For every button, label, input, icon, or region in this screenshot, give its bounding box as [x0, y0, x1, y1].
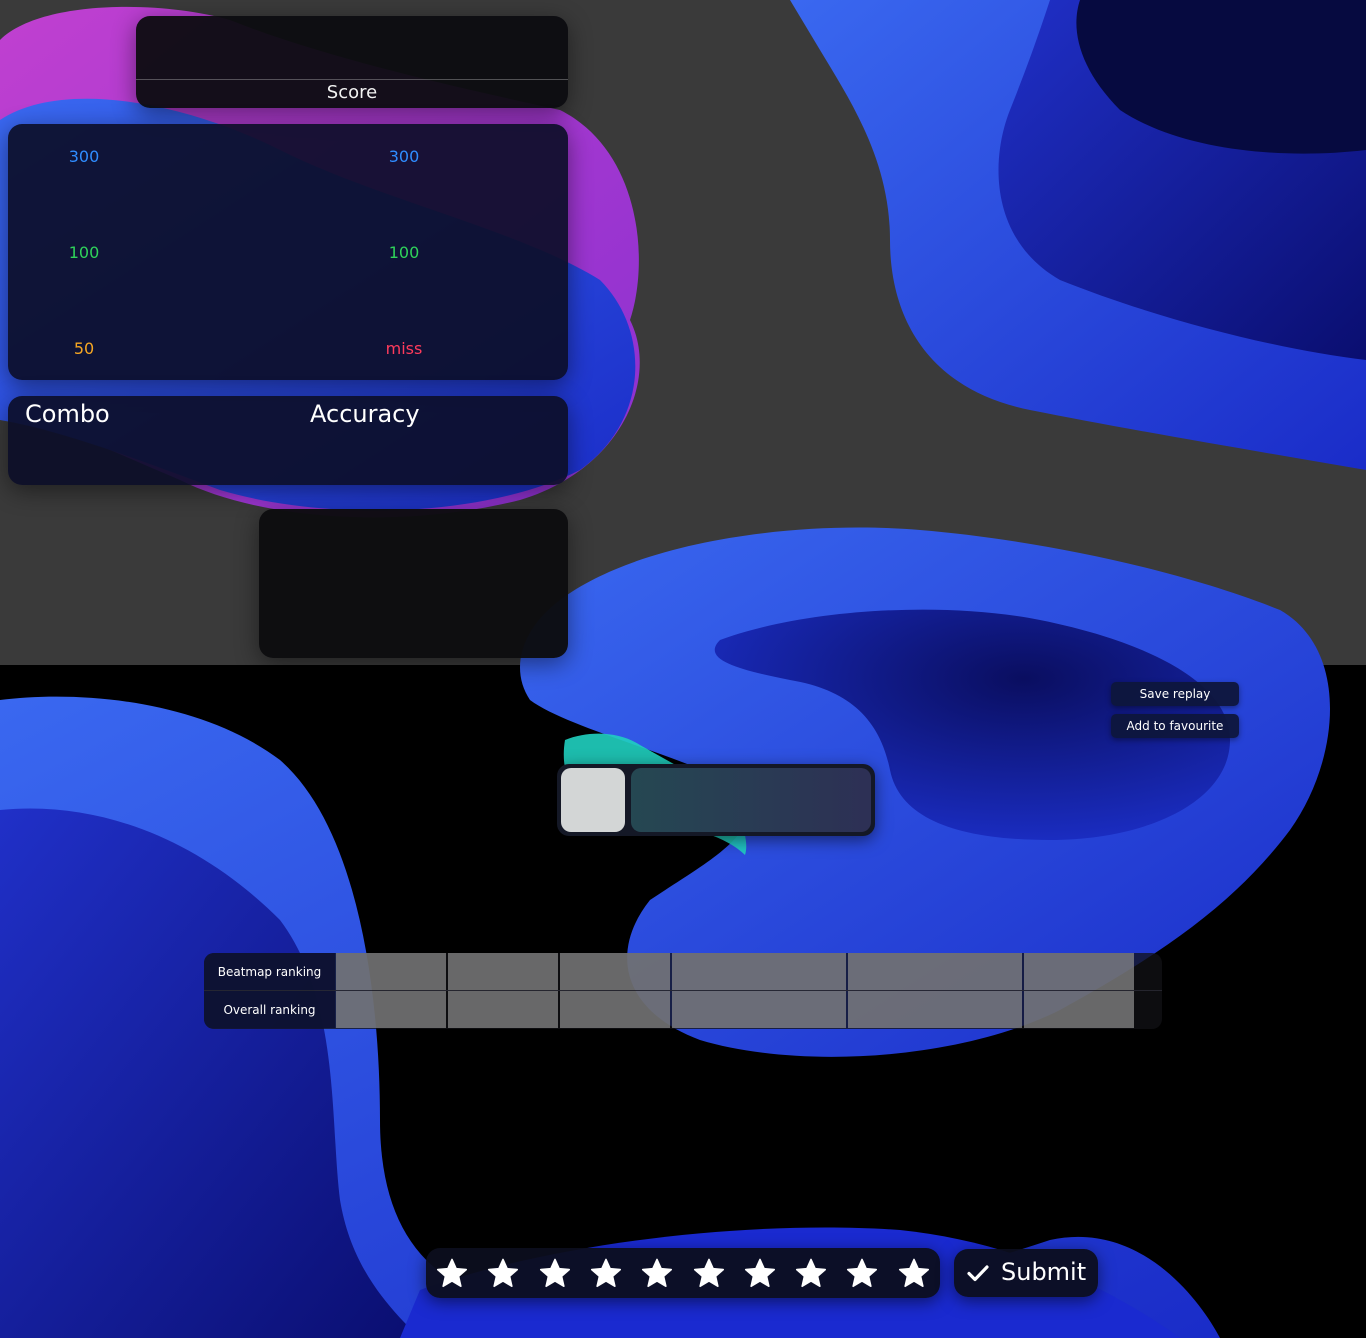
rank-cell — [672, 991, 846, 1028]
rank-cell — [848, 953, 1022, 990]
star-icon[interactable] — [538, 1257, 572, 1291]
rank-cell — [448, 991, 558, 1028]
ranking-table: Beatmap ranking Overall ranking — [204, 953, 1162, 1029]
star-icon[interactable] — [640, 1257, 674, 1291]
score-divider — [136, 79, 568, 80]
rank-cell — [336, 991, 446, 1028]
submit-label: Submit — [1001, 1258, 1087, 1286]
progress-slider[interactable] — [557, 764, 875, 836]
star-icon[interactable] — [897, 1257, 931, 1291]
rank-cell — [560, 953, 670, 990]
rank-cell — [560, 991, 670, 1028]
star-icon[interactable] — [845, 1257, 879, 1291]
beatmap-ranking-label: Beatmap ranking — [204, 953, 335, 990]
star-icon[interactable] — [486, 1257, 520, 1291]
hit-300-label: 300 — [68, 147, 100, 166]
hit-miss-label: miss — [385, 339, 423, 358]
info-panel — [259, 509, 568, 658]
hit-100-label-right: 100 — [388, 243, 420, 262]
rank-cell — [848, 991, 1022, 1028]
score-panel: Score — [136, 16, 568, 108]
overall-ranking-label: Overall ranking — [204, 991, 335, 1028]
checkmark-icon — [967, 1265, 989, 1282]
ranking-row-divider — [204, 990, 1162, 991]
star-rating-bar — [426, 1248, 940, 1298]
star-icon[interactable] — [435, 1257, 469, 1291]
hit-100-label: 100 — [68, 243, 100, 262]
rank-cell — [672, 953, 846, 990]
add-to-favourite-button[interactable]: Add to favourite — [1111, 714, 1239, 738]
combo-label: Combo — [25, 400, 110, 428]
star-icon[interactable] — [794, 1257, 828, 1291]
hit-300-label-right: 300 — [388, 147, 420, 166]
save-replay-button[interactable]: Save replay — [1111, 682, 1239, 706]
submit-button[interactable]: Submit — [954, 1249, 1098, 1297]
star-icon[interactable] — [743, 1257, 777, 1291]
combo-accuracy-panel: Combo Accuracy — [8, 396, 568, 485]
hit-counts-panel: 300 100 50 300 100 miss — [8, 124, 568, 380]
slider-track[interactable] — [631, 768, 871, 832]
slider-thumb[interactable] — [561, 768, 625, 832]
star-icon[interactable] — [589, 1257, 623, 1291]
hit-50-label: 50 — [73, 339, 95, 358]
rank-cell — [1024, 991, 1134, 1028]
rank-cell — [336, 953, 446, 990]
accuracy-label: Accuracy — [310, 400, 420, 428]
rank-cell — [1024, 953, 1134, 990]
score-label: Score — [326, 82, 378, 103]
rank-cell — [448, 953, 558, 990]
star-icon[interactable] — [692, 1257, 726, 1291]
